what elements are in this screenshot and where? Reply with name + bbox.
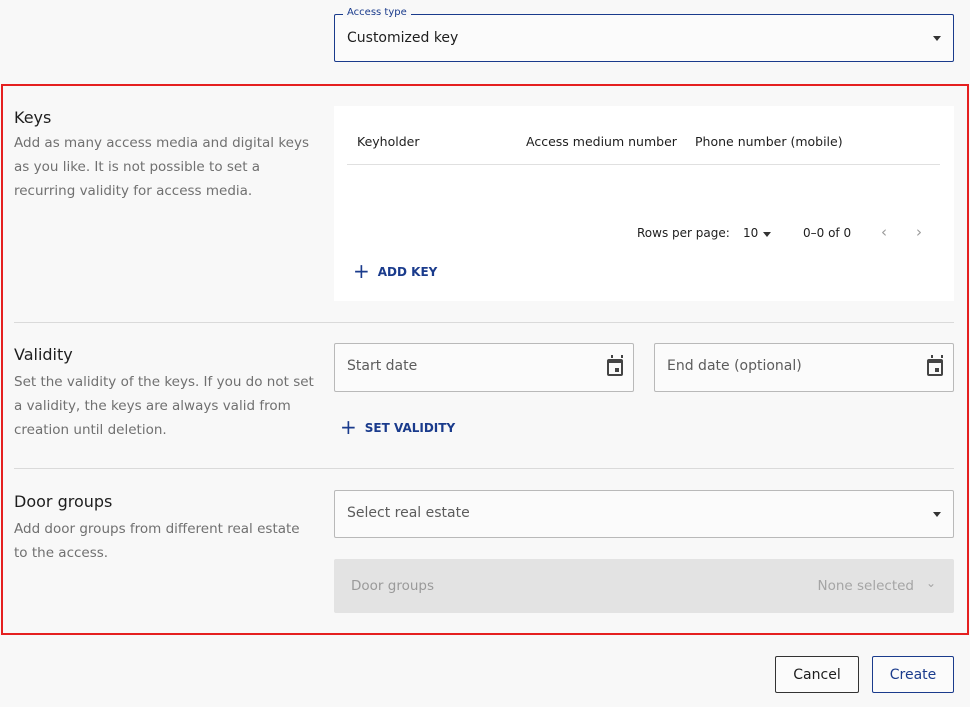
plus-icon: +	[340, 415, 357, 439]
keys-title: Keys	[14, 108, 52, 127]
rows-per-page-label: Rows per page:	[637, 226, 730, 240]
real-estate-placeholder: Select real estate	[347, 505, 470, 521]
access-type-value: Customized key	[347, 30, 459, 46]
door-groups-select: Door groups None selected ⌄	[334, 559, 954, 613]
create-button[interactable]: Create	[872, 656, 954, 693]
door-groups-label: Door groups	[351, 578, 434, 594]
start-date-placeholder: Start date	[347, 358, 418, 374]
end-date-field[interactable]: End date (optional)	[654, 343, 954, 392]
door-groups-title: Door groups	[14, 492, 113, 511]
validity-title: Validity	[14, 345, 73, 364]
next-page-icon[interactable]: ›	[916, 223, 922, 241]
set-validity-label: SET VALIDITY	[364, 421, 456, 435]
section-divider	[14, 322, 954, 323]
calendar-icon[interactable]	[927, 355, 943, 376]
access-type-label: Access type	[343, 7, 411, 18]
table-divider	[347, 164, 940, 165]
door-groups-description: Add door groups from different real esta…	[14, 521, 300, 561]
column-header-access-medium: Access medium number	[526, 134, 677, 149]
cancel-button[interactable]: Cancel	[775, 656, 859, 693]
calendar-icon[interactable]	[607, 355, 623, 376]
plus-icon: +	[353, 259, 370, 283]
end-date-placeholder: End date (optional)	[667, 358, 802, 374]
column-header-phone: Phone number (mobile)	[695, 134, 843, 149]
access-form: Access type Customized key Keys Add as m…	[0, 0, 970, 707]
door-groups-value: None selected	[817, 578, 915, 594]
keys-description: Add as many access media and digital key…	[14, 135, 310, 199]
add-key-button[interactable]: + ADD KEY	[353, 259, 438, 283]
rows-per-page-caret-icon	[763, 232, 771, 237]
dropdown-caret-icon	[933, 512, 941, 517]
access-type-select[interactable]: Access type Customized key	[334, 7, 954, 62]
add-key-label: ADD KEY	[377, 265, 438, 279]
rows-per-page-select[interactable]: 10	[743, 226, 758, 240]
keys-table: Keyholder Access medium number Phone num…	[334, 106, 954, 301]
dropdown-caret-icon	[933, 36, 941, 41]
chevron-down-icon: ⌄	[925, 576, 936, 590]
start-date-field[interactable]: Start date	[334, 343, 634, 392]
pagination-range: 0–0 of 0	[803, 226, 852, 240]
section-divider	[14, 468, 954, 469]
previous-page-icon[interactable]: ‹	[881, 223, 887, 241]
validity-description: Set the validity of the keys. If you do …	[14, 374, 314, 438]
column-header-keyholder: Keyholder	[357, 134, 420, 149]
set-validity-button[interactable]: + SET VALIDITY	[340, 415, 456, 439]
real-estate-select[interactable]: Select real estate	[334, 490, 954, 538]
